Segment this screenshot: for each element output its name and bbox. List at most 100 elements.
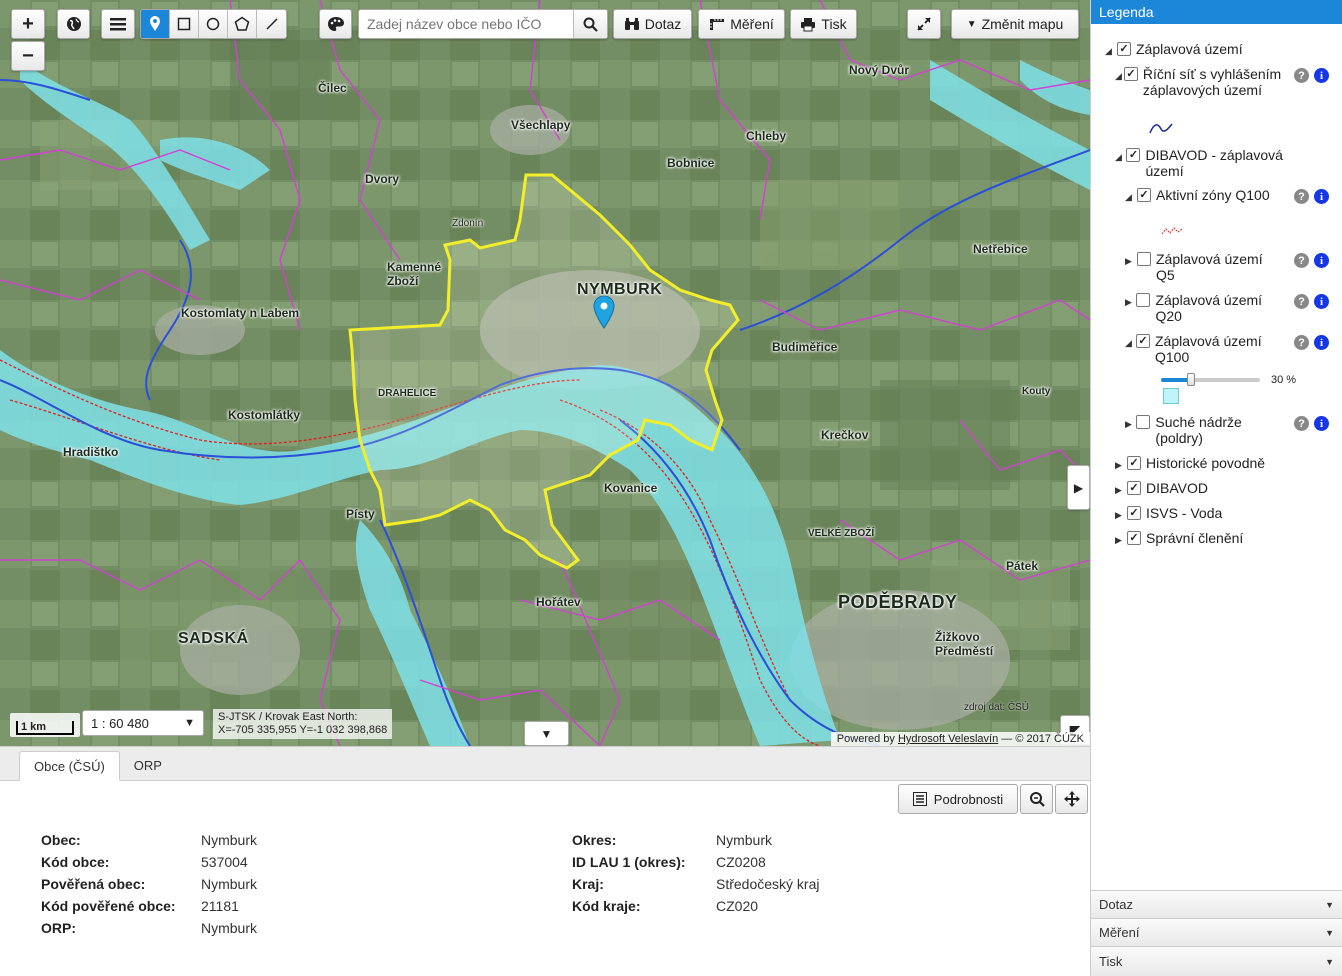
- collapsed-caret-icon[interactable]: ▶: [1125, 294, 1134, 310]
- info-icon[interactable]: i: [1314, 68, 1329, 83]
- expanded-caret-icon[interactable]: ◢: [1125, 335, 1134, 351]
- legend-item-label: Aktivní zóny Q100: [1156, 187, 1270, 203]
- collapsed-caret-icon[interactable]: ▶: [1115, 482, 1125, 498]
- map-canvas[interactable]: [0, 0, 1090, 746]
- info-key: Pověřená obec: [41, 876, 141, 892]
- legend-item-dibavod-zu[interactable]: ◢ ✓ DIBAVOD - záplavová území: [1115, 147, 1315, 179]
- pin-icon: [150, 16, 160, 31]
- legend-item-historicke[interactable]: ▶ ✓ Historické povodně: [1115, 455, 1265, 473]
- legend-item-isvs[interactable]: ▶ ✓ ISVS - Voda: [1115, 505, 1222, 523]
- pan-to-feature-button[interactable]: [1055, 784, 1088, 814]
- help-icon[interactable]: ?: [1294, 294, 1309, 309]
- legend-item-zu-q100[interactable]: ◢ ✓ Záplavová území Q100: [1125, 333, 1285, 365]
- map-label-sadska: SADSKÁ: [178, 630, 249, 647]
- help-icon[interactable]: ?: [1294, 253, 1309, 268]
- help-icon[interactable]: ?: [1294, 335, 1309, 350]
- tab-obce[interactable]: Obce (ČSÚ): [19, 751, 120, 781]
- info-icon[interactable]: i: [1314, 253, 1329, 268]
- zoom-magnifier-icon: [1029, 792, 1045, 807]
- draw-circle-button[interactable]: [199, 10, 228, 38]
- accordion-label: Měření: [1099, 925, 1140, 940]
- tab-orp[interactable]: ORP: [120, 750, 176, 780]
- info-row: Kód obce: 537004: [41, 854, 248, 870]
- attribution-link[interactable]: Hydrosoft Veleslavín: [898, 733, 998, 745]
- active-zone-symbol-icon: [1161, 227, 1183, 235]
- accordion-tisk[interactable]: Tisk ▼: [1091, 946, 1342, 976]
- globe-button[interactable]: [57, 9, 90, 39]
- layer-checkbox[interactable]: ✓: [1137, 188, 1151, 202]
- legend-item-aktivni-zony[interactable]: ◢ ✓ Aktivní zóny Q100: [1125, 187, 1285, 205]
- draw-line-button[interactable]: [257, 10, 286, 38]
- legend-item-spravni[interactable]: ▶ ✓ Správní členění: [1115, 530, 1243, 548]
- info-value: Nymburk: [201, 876, 258, 892]
- legend-item-zu-q5[interactable]: ▶ Záplavová území Q5: [1125, 251, 1285, 283]
- layer-checkbox[interactable]: [1136, 252, 1151, 266]
- info-value: Nymburk: [201, 920, 258, 936]
- scale-select[interactable]: 1 : 60 480 ▼: [82, 710, 204, 736]
- map-label-budimerice: Budiměřice: [772, 340, 838, 354]
- legend-header[interactable]: Legenda: [1091, 0, 1342, 24]
- info-icon[interactable]: i: [1314, 189, 1329, 204]
- layer-checkbox[interactable]: ✓: [1123, 67, 1138, 81]
- layer-checkbox[interactable]: ✓: [1127, 481, 1141, 495]
- circle-icon: [206, 17, 220, 31]
- help-icon[interactable]: ?: [1294, 416, 1309, 431]
- menu-button[interactable]: [101, 9, 135, 39]
- collapsed-caret-icon[interactable]: ▶: [1115, 532, 1125, 548]
- expand-icon: [917, 17, 931, 31]
- palette-button[interactable]: [319, 9, 352, 39]
- caret-right-icon: ▶: [1073, 480, 1084, 495]
- expand-bottom-panel-button[interactable]: ▼: [524, 721, 569, 746]
- legend-item-dibavod[interactable]: ▶ ✓ DIBAVOD: [1115, 480, 1208, 498]
- search-input[interactable]: [359, 10, 573, 38]
- details-button-label: Podrobnosti: [933, 791, 1004, 807]
- opacity-slider[interactable]: [1161, 373, 1260, 386]
- layer-checkbox[interactable]: ✓: [1127, 456, 1141, 470]
- expanded-caret-icon[interactable]: ◢: [1115, 68, 1122, 84]
- draw-rectangle-button[interactable]: [170, 10, 199, 38]
- expanded-caret-icon[interactable]: ◢: [1115, 149, 1124, 165]
- help-icon[interactable]: ?: [1294, 189, 1309, 204]
- layer-checkbox[interactable]: ✓: [1135, 334, 1150, 348]
- layer-checkbox[interactable]: ✓: [1127, 506, 1141, 520]
- legend-item-ricni-sit[interactable]: ◢ ✓ Říční síť s vyhlášením záplavových ú…: [1115, 66, 1295, 98]
- info-icon[interactable]: i: [1314, 294, 1329, 309]
- info-icon[interactable]: i: [1314, 335, 1329, 350]
- layer-checkbox[interactable]: [1136, 293, 1151, 307]
- legend-item-suche-nadrze[interactable]: ▶ Suché nádrže (poldry): [1125, 414, 1285, 446]
- expanded-caret-icon[interactable]: ◢: [1105, 43, 1115, 59]
- layer-checkbox[interactable]: ✓: [1127, 531, 1141, 545]
- print-button[interactable]: Tisk: [790, 9, 857, 39]
- accordion-mereni[interactable]: Měření ▼: [1091, 918, 1342, 946]
- zoom-to-feature-button[interactable]: [1020, 784, 1053, 814]
- map-label-nymburk: NYMBURK: [577, 281, 663, 298]
- map-view[interactable]: NYMBURK PODĚBRADY SADSKÁ Všechlapy Bobni…: [0, 0, 1090, 746]
- change-map-button[interactable]: ▼ Změnit mapu: [951, 9, 1079, 39]
- info-row: Kód pověřené obce: 21181: [41, 898, 239, 914]
- legend-item-zaplavova-uzemi[interactable]: ◢ ✓ Záplavová území: [1105, 41, 1243, 59]
- search-button[interactable]: [573, 10, 607, 38]
- zoom-out-button[interactable]: −: [11, 41, 45, 71]
- collapsed-caret-icon[interactable]: ▶: [1115, 457, 1125, 473]
- layer-checkbox[interactable]: [1136, 415, 1151, 429]
- info-icon[interactable]: i: [1314, 416, 1329, 431]
- layer-checkbox[interactable]: ✓: [1126, 148, 1141, 162]
- details-button[interactable]: Podrobnosti: [898, 784, 1018, 814]
- expanded-caret-icon[interactable]: ◢: [1125, 189, 1135, 205]
- legend-item-zu-q20[interactable]: ▶ Záplavová území Q20: [1125, 292, 1285, 324]
- opacity-slider-handle[interactable]: [1186, 373, 1195, 386]
- zoom-in-button[interactable]: +: [11, 9, 45, 39]
- collapsed-caret-icon[interactable]: ▶: [1115, 507, 1125, 523]
- collapsed-caret-icon[interactable]: ▶: [1125, 416, 1134, 432]
- accordion-dotaz[interactable]: Dotaz ▼: [1091, 890, 1342, 918]
- draw-point-button[interactable]: [141, 10, 170, 38]
- measure-button[interactable]: Měření: [698, 9, 785, 39]
- fullscreen-button[interactable]: [907, 9, 941, 39]
- query-button[interactable]: Dotaz: [613, 9, 692, 39]
- help-icon[interactable]: ?: [1294, 68, 1309, 83]
- collapsed-caret-icon[interactable]: ▶: [1125, 253, 1135, 269]
- layer-checkbox[interactable]: ✓: [1117, 42, 1131, 56]
- draw-polygon-button[interactable]: [228, 10, 257, 38]
- attribution-prefix: Powered by: [836, 733, 895, 745]
- collapse-legend-button[interactable]: ▶: [1067, 465, 1090, 510]
